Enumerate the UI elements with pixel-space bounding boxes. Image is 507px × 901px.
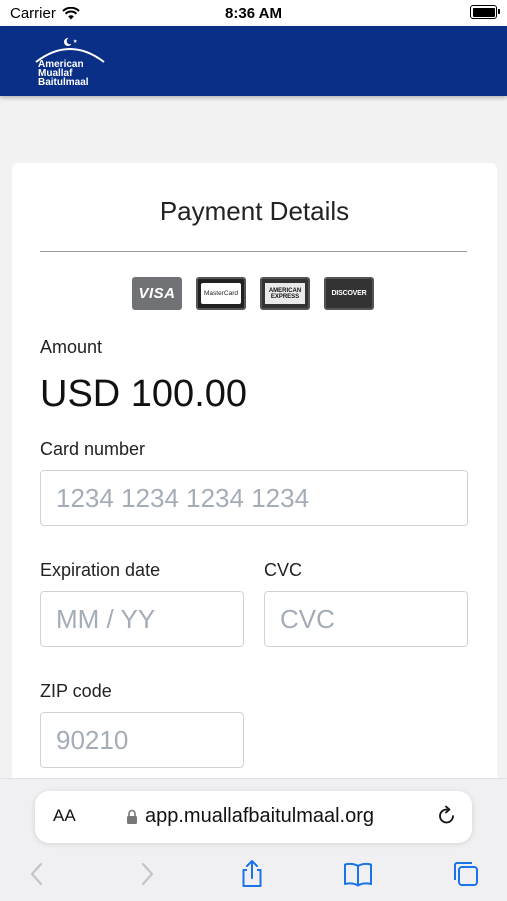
cvc-label: CVC <box>264 560 303 580</box>
site-header: American Muallaf Baitulmaal <box>0 26 507 96</box>
status-time: 8:36 AM <box>225 5 282 22</box>
card-number-placeholder: 1234 1234 1234 1234 <box>56 482 310 513</box>
text-size-button[interactable]: AA <box>53 806 76 826</box>
expiration-date-label: Expiration date <box>40 560 161 580</box>
expiration-date-placeholder: MM / YY <box>56 603 156 634</box>
url-text: app.muallafbaitulmaal.org <box>145 805 375 827</box>
amount-value: USD 100.00 <box>40 373 248 415</box>
cvc-input[interactable]: CVC <box>264 591 468 647</box>
card-brand-logos: VISA MasterCard AMERICAN EXPRESS DISCOVE… <box>132 277 374 310</box>
logo-line-3: Baitulmaal <box>38 77 89 88</box>
discover-label: DISCOVER <box>331 290 367 297</box>
discover-logo: DISCOVER <box>324 277 374 310</box>
browser-toolbar: AA app.muallafbaitulmaal.org <box>0 778 507 901</box>
american-express-logo: AMERICAN EXPRESS <box>260 277 310 310</box>
page-title: Payment Details <box>159 196 350 226</box>
american-express-label: AMERICAN EXPRESS <box>265 283 305 304</box>
card-number-input[interactable]: 1234 1234 1234 1234 <box>40 470 468 526</box>
status-bar: Carrier 8:36 AM <box>0 0 507 26</box>
bookmarks-icon[interactable] <box>343 859 373 889</box>
reload-icon[interactable] <box>436 805 458 827</box>
address-bar[interactable]: AA app.muallafbaitulmaal.org <box>35 791 472 843</box>
tabs-icon[interactable] <box>451 859 481 889</box>
payment-card: Payment Details VISA MasterCard AMERICAN… <box>12 163 497 783</box>
amount-label: Amount <box>40 337 103 357</box>
mastercard-label: MasterCard <box>201 283 241 304</box>
card-number-label: Card number <box>40 439 146 459</box>
zip-code-placeholder: 90210 <box>56 724 129 755</box>
back-icon[interactable] <box>22 859 52 889</box>
visa-label: VISA <box>138 285 176 302</box>
lock-icon <box>127 809 137 824</box>
logo-text: American Muallaf Baitulmaal <box>38 60 104 88</box>
title-divider <box>40 251 467 252</box>
battery-icon <box>470 5 500 19</box>
share-icon[interactable] <box>237 859 267 889</box>
zip-code-label: ZIP code <box>40 681 112 701</box>
status-right <box>470 5 500 19</box>
forward-icon[interactable] <box>132 859 162 889</box>
site-logo[interactable]: American Muallaf Baitulmaal <box>30 34 110 90</box>
text-size-label: AA <box>53 806 76 825</box>
zip-code-input[interactable]: 90210 <box>40 712 244 768</box>
visa-logo: VISA <box>132 277 182 310</box>
cvc-placeholder: CVC <box>280 603 335 634</box>
expiration-date-input[interactable]: MM / YY <box>40 591 244 647</box>
mastercard-logo: MasterCard <box>196 277 246 310</box>
